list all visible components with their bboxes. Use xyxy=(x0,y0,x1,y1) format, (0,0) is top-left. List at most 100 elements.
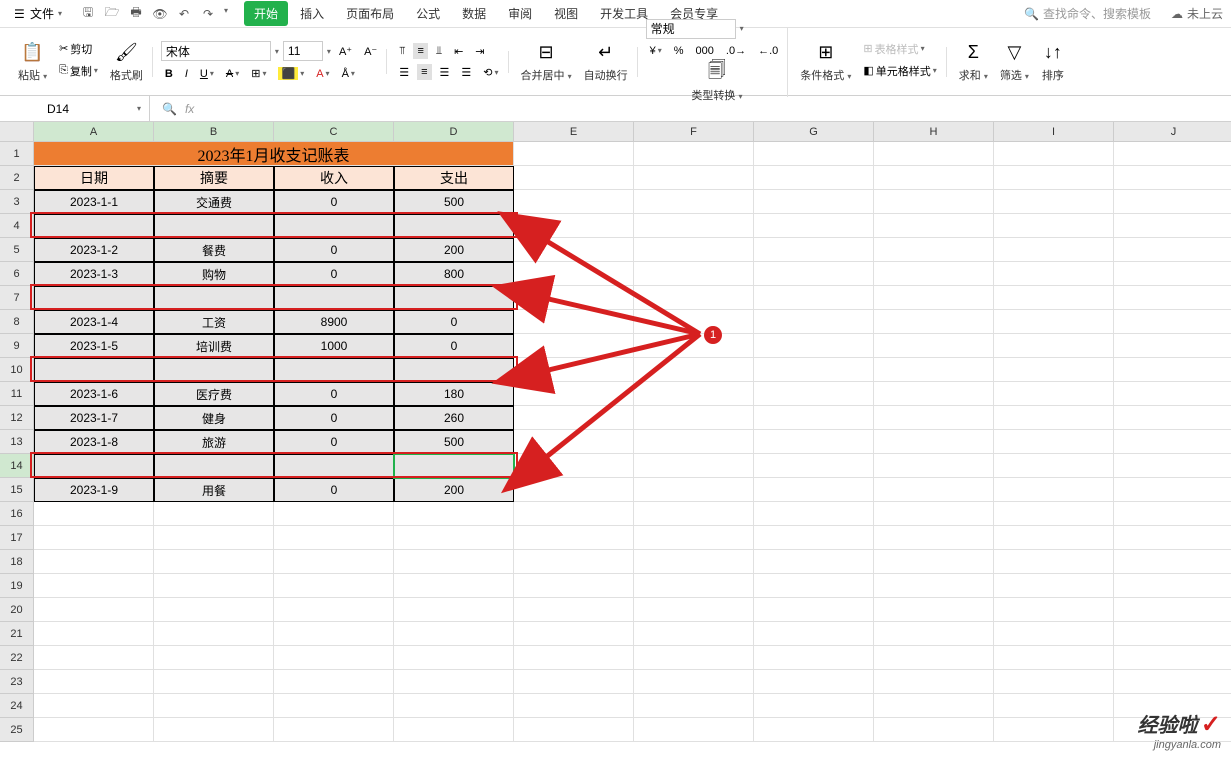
justify-button[interactable]: ☰ xyxy=(457,64,475,81)
cell[interactable] xyxy=(634,286,754,310)
undo-icon[interactable]: ↶ xyxy=(176,6,192,22)
cell[interactable] xyxy=(394,550,514,574)
cell-income[interactable]: 0 xyxy=(274,406,394,430)
cell[interactable] xyxy=(514,502,634,526)
cell[interactable] xyxy=(874,574,994,598)
cell-expense[interactable]: 800 xyxy=(394,262,514,286)
column-header[interactable]: G xyxy=(754,122,874,142)
cell[interactable] xyxy=(514,190,634,214)
cell-income[interactable]: 0 xyxy=(274,478,394,502)
tab-start[interactable]: 开始 xyxy=(244,1,288,26)
cell-desc[interactable] xyxy=(154,454,274,478)
format-painter-button[interactable]: 🖌 格式刷 xyxy=(106,39,147,85)
italic-button[interactable]: I xyxy=(181,66,192,82)
cell-desc[interactable] xyxy=(154,214,274,238)
cell[interactable] xyxy=(1114,502,1231,526)
cell-income[interactable]: 0 xyxy=(274,262,394,286)
cell[interactable] xyxy=(994,694,1114,718)
cell[interactable] xyxy=(994,286,1114,310)
cell[interactable] xyxy=(994,382,1114,406)
cell[interactable] xyxy=(1114,142,1231,166)
cell[interactable] xyxy=(1114,526,1231,550)
cell[interactable] xyxy=(874,718,994,742)
cell-income[interactable] xyxy=(274,286,394,310)
cell[interactable] xyxy=(874,286,994,310)
cell[interactable] xyxy=(1114,382,1231,406)
row-header[interactable]: 2 xyxy=(0,166,34,190)
cell-date[interactable]: 2023-1-8 xyxy=(34,430,154,454)
filter-button[interactable]: ▽ 筛选 ▾ xyxy=(996,39,1033,85)
chevron-down-icon[interactable]: ▾ xyxy=(275,47,279,56)
cancel-icon[interactable]: 🔍 xyxy=(162,102,177,116)
row-header[interactable]: 4 xyxy=(0,214,34,238)
cell[interactable] xyxy=(514,142,634,166)
cell-income[interactable]: 1000 xyxy=(274,334,394,358)
cell-expense[interactable]: 180 xyxy=(394,382,514,406)
cell[interactable] xyxy=(154,622,274,646)
cell[interactable] xyxy=(754,286,874,310)
decrease-indent-button[interactable]: ⇤ xyxy=(450,43,467,60)
cell[interactable] xyxy=(514,334,634,358)
cell[interactable] xyxy=(754,238,874,262)
bold-button[interactable]: B xyxy=(161,66,177,82)
tab-review[interactable]: 审阅 xyxy=(498,1,542,26)
cell[interactable] xyxy=(754,382,874,406)
cell[interactable] xyxy=(994,550,1114,574)
cell[interactable] xyxy=(394,574,514,598)
copy-button[interactable]: ⎘复制 ▾ xyxy=(55,61,102,81)
cell[interactable] xyxy=(754,694,874,718)
tab-layout[interactable]: 页面布局 xyxy=(336,1,404,26)
row-header[interactable]: 12 xyxy=(0,406,34,430)
increase-decimal-button[interactable]: .0→ xyxy=(722,43,750,59)
cell[interactable] xyxy=(514,646,634,670)
cell[interactable] xyxy=(634,310,754,334)
cell[interactable] xyxy=(394,598,514,622)
cell[interactable] xyxy=(634,190,754,214)
cell[interactable] xyxy=(994,670,1114,694)
cell-desc[interactable]: 用餐 xyxy=(154,478,274,502)
cell[interactable] xyxy=(754,358,874,382)
phonetic-button[interactable]: Å▾ xyxy=(338,66,359,82)
cell[interactable] xyxy=(1114,406,1231,430)
cell[interactable] xyxy=(514,262,634,286)
row-header[interactable]: 13 xyxy=(0,430,34,454)
cell-expense[interactable]: 500 xyxy=(394,430,514,454)
cell[interactable] xyxy=(1114,430,1231,454)
chevron-down-icon[interactable]: ▾ xyxy=(327,47,331,56)
cell[interactable] xyxy=(634,526,754,550)
cell-desc[interactable] xyxy=(154,358,274,382)
file-menu[interactable]: ☰ 文件 ▾ xyxy=(8,3,68,24)
cond-format-button[interactable]: ⊞ 条件格式 ▾ xyxy=(796,39,855,85)
chevron-down-icon[interactable]: ▾ xyxy=(137,104,141,113)
cell[interactable] xyxy=(514,238,634,262)
cell-desc[interactable]: 交通费 xyxy=(154,190,274,214)
strikethrough-button[interactable]: A▾ xyxy=(222,66,243,82)
cell[interactable] xyxy=(994,502,1114,526)
row-header[interactable]: 25 xyxy=(0,718,34,742)
cell[interactable] xyxy=(874,214,994,238)
cell[interactable] xyxy=(994,526,1114,550)
cell[interactable] xyxy=(874,358,994,382)
cell-income[interactable]: 8900 xyxy=(274,310,394,334)
cell[interactable] xyxy=(754,646,874,670)
sort-button[interactable]: ↓↑ 排序 xyxy=(1037,39,1069,85)
cell[interactable] xyxy=(1114,646,1231,670)
cell[interactable] xyxy=(394,502,514,526)
row-header[interactable]: 1 xyxy=(0,142,34,166)
cell[interactable] xyxy=(1114,334,1231,358)
cell[interactable] xyxy=(994,478,1114,502)
tab-view[interactable]: 视图 xyxy=(544,1,588,26)
cell-income[interactable]: 0 xyxy=(274,190,394,214)
cell-desc[interactable]: 健身 xyxy=(154,406,274,430)
chevron-down-icon[interactable]: ▾ xyxy=(224,6,228,22)
cell[interactable] xyxy=(874,670,994,694)
cell[interactable] xyxy=(754,526,874,550)
redo-icon[interactable]: ↷ xyxy=(200,6,216,22)
cell-date[interactable]: 2023-1-5 xyxy=(34,334,154,358)
table-style-button[interactable]: ⊞表格样式 ▾ xyxy=(859,39,940,59)
cell-desc[interactable]: 工资 xyxy=(154,310,274,334)
cell-expense[interactable] xyxy=(394,358,514,382)
cell-income[interactable] xyxy=(274,214,394,238)
increase-font-button[interactable]: A⁺ xyxy=(335,43,356,60)
cell[interactable] xyxy=(634,646,754,670)
